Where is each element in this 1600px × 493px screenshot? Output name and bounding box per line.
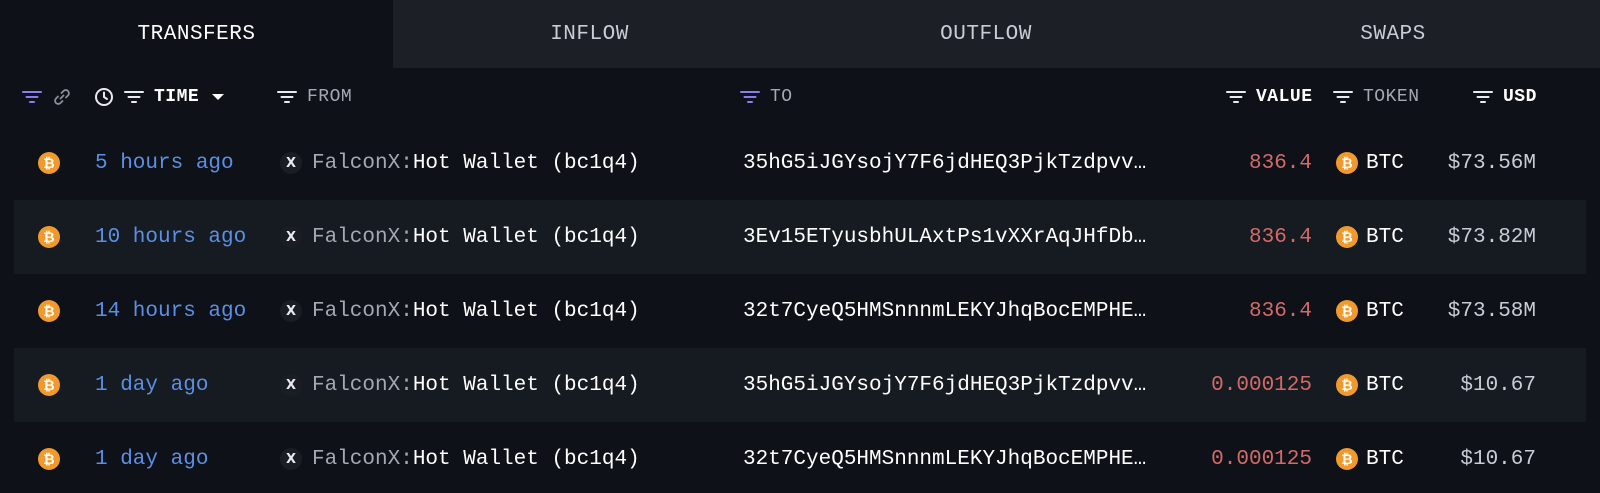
time-link[interactable]: 1 day ago xyxy=(95,422,208,493)
filter-icon[interactable] xyxy=(1333,90,1353,104)
value-column-header[interactable]: VALUE xyxy=(1226,68,1313,126)
filter-icon[interactable] xyxy=(277,90,297,104)
to-address[interactable]: 3Ev15ETyusbhULAxtPs1vXXrAqJHfDb… xyxy=(743,200,1146,274)
transfer-value: 0.000125 xyxy=(1211,447,1312,471)
token-cell[interactable]: ₿ BTC xyxy=(1336,200,1404,274)
usd-value: $73.82M xyxy=(1447,225,1536,249)
table-row[interactable]: ₿ 14 hours ago X FalconX: Hot Wallet (bc… xyxy=(14,274,1586,348)
clock-icon xyxy=(95,88,113,106)
token-cell[interactable]: ₿ BTC xyxy=(1336,348,1404,422)
filter-icon[interactable] xyxy=(740,90,760,104)
bitcoin-icon: ₿ xyxy=(38,152,60,174)
tab-swaps[interactable]: SWAPS xyxy=(1186,0,1600,68)
time-link[interactable]: 5 hours ago xyxy=(95,126,234,200)
token-column-header[interactable]: TOKEN xyxy=(1333,68,1420,126)
from-wallet-label: Hot Wallet (bc1q4) xyxy=(412,447,640,471)
usd-value: $73.58M xyxy=(1447,299,1536,323)
table-row[interactable]: ₿ 1 day ago X FalconX: Hot Wallet (bc1q4… xyxy=(14,422,1586,493)
tab-outflow[interactable]: OUTFLOW xyxy=(786,0,1186,68)
token-cell[interactable]: ₿ BTC xyxy=(1336,126,1404,200)
bitcoin-icon: ₿ xyxy=(1336,448,1358,470)
tab-bar: TRANSFERS INFLOW OUTFLOW SWAPS xyxy=(0,0,1600,68)
falconx-logo-icon: X xyxy=(280,448,302,470)
transfer-value: 836.4 xyxy=(1248,299,1312,323)
transfer-value: 0.000125 xyxy=(1211,373,1312,397)
tab-inflow[interactable]: INFLOW xyxy=(393,0,786,68)
bitcoin-icon: ₿ xyxy=(38,226,60,248)
bitcoin-icon: ₿ xyxy=(38,448,60,470)
time-column-header[interactable]: TIME xyxy=(94,68,225,126)
usd-column-header[interactable]: USD xyxy=(1473,68,1537,126)
time-link[interactable]: 14 hours ago xyxy=(95,274,246,348)
time-link[interactable]: 10 hours ago xyxy=(95,200,246,274)
falconx-logo-icon: X xyxy=(280,152,302,174)
filter-icon[interactable] xyxy=(124,90,144,104)
from-wallet-label: Hot Wallet (bc1q4) xyxy=(412,225,640,249)
token-symbol: BTC xyxy=(1366,225,1404,249)
usd-header-label: USD xyxy=(1503,87,1537,107)
bitcoin-icon: ₿ xyxy=(1336,226,1358,248)
transfer-value: 836.4 xyxy=(1248,151,1312,175)
token-header-label: TOKEN xyxy=(1363,87,1420,107)
bitcoin-icon: ₿ xyxy=(38,374,60,396)
token-symbol: BTC xyxy=(1366,151,1404,175)
from-entity-name: FalconX: xyxy=(312,373,413,397)
usd-value: $10.67 xyxy=(1460,447,1536,471)
token-symbol: BTC xyxy=(1366,447,1404,471)
from-address[interactable]: X FalconX: Hot Wallet (bc1q4) xyxy=(280,200,640,274)
table-header: TIME FROM TO VALUE TOKEN USD xyxy=(0,68,1600,126)
from-wallet-label: Hot Wallet (bc1q4) xyxy=(412,299,640,323)
to-address[interactable]: 35hG5iJGYsojY7F6jdHEQ3PjkTzdpvv… xyxy=(743,126,1146,200)
table-row[interactable]: ₿ 5 hours ago X FalconX: Hot Wallet (bc1… xyxy=(14,126,1586,200)
link-icon[interactable] xyxy=(52,87,72,107)
tab-transfers[interactable]: TRANSFERS xyxy=(0,0,393,68)
from-entity-name: FalconX: xyxy=(312,447,413,471)
usd-value: $73.56M xyxy=(1447,151,1536,175)
bitcoin-icon: ₿ xyxy=(1336,300,1358,322)
to-address[interactable]: 35hG5iJGYsojY7F6jdHEQ3PjkTzdpvv… xyxy=(743,348,1146,422)
token-cell[interactable]: ₿ BTC xyxy=(1336,422,1404,493)
from-header-label: FROM xyxy=(307,87,353,107)
from-entity-name: FalconX: xyxy=(312,299,413,323)
transfer-value: 836.4 xyxy=(1248,225,1312,249)
from-wallet-label: Hot Wallet (bc1q4) xyxy=(412,373,640,397)
filter-icon[interactable] xyxy=(22,90,42,104)
to-address[interactable]: 32t7CyeQ5HMSnnnmLEKYJhqBocEMPHE… xyxy=(743,422,1146,493)
value-header-label: VALUE xyxy=(1256,87,1313,107)
bitcoin-icon: ₿ xyxy=(1336,152,1358,174)
from-address[interactable]: X FalconX: Hot Wallet (bc1q4) xyxy=(280,274,640,348)
from-column-header[interactable]: FROM xyxy=(277,68,352,126)
to-header-label: TO xyxy=(770,87,793,107)
from-entity-name: FalconX: xyxy=(312,225,413,249)
token-symbol: BTC xyxy=(1366,373,1404,397)
coin-filter-cell xyxy=(22,68,72,126)
table-row[interactable]: ₿ 10 hours ago X FalconX: Hot Wallet (bc… xyxy=(14,200,1586,274)
caret-down-icon[interactable] xyxy=(211,92,225,102)
usd-value: $10.67 xyxy=(1460,373,1536,397)
from-address[interactable]: X FalconX: Hot Wallet (bc1q4) xyxy=(280,348,640,422)
falconx-logo-icon: X xyxy=(280,300,302,322)
table-row[interactable]: ₿ 1 day ago X FalconX: Hot Wallet (bc1q4… xyxy=(14,348,1586,422)
filter-icon[interactable] xyxy=(1473,90,1493,104)
from-address[interactable]: X FalconX: Hot Wallet (bc1q4) xyxy=(280,126,640,200)
from-address[interactable]: X FalconX: Hot Wallet (bc1q4) xyxy=(280,422,640,493)
to-column-header[interactable]: TO xyxy=(740,68,793,126)
time-link[interactable]: 1 day ago xyxy=(95,348,208,422)
filter-icon[interactable] xyxy=(1226,90,1246,104)
bitcoin-icon: ₿ xyxy=(1336,374,1358,396)
token-cell[interactable]: ₿ BTC xyxy=(1336,274,1404,348)
from-wallet-label: Hot Wallet (bc1q4) xyxy=(412,151,640,175)
from-entity-name: FalconX: xyxy=(312,151,413,175)
falconx-logo-icon: X xyxy=(280,226,302,248)
token-symbol: BTC xyxy=(1366,299,1404,323)
to-address[interactable]: 32t7CyeQ5HMSnnnmLEKYJhqBocEMPHE… xyxy=(743,274,1146,348)
time-header-label: TIME xyxy=(154,87,200,107)
bitcoin-icon: ₿ xyxy=(38,300,60,322)
falconx-logo-icon: X xyxy=(280,374,302,396)
